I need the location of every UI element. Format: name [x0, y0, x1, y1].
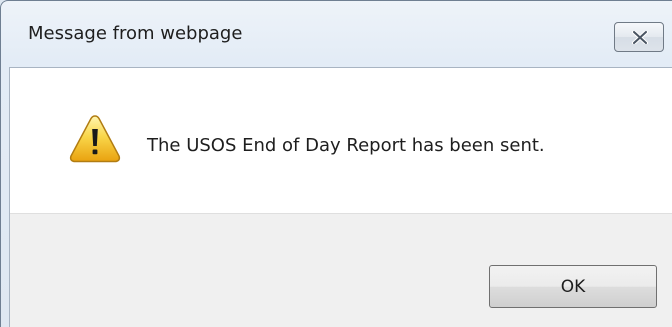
message-text: The USOS End of Day Report has been sent…	[147, 135, 545, 156]
ok-button[interactable]: OK	[489, 265, 657, 308]
dialog-client-area: The USOS End of Day Report has been sent…	[9, 67, 672, 327]
warning-icon	[69, 115, 121, 163]
dialog-title: Message from webpage	[28, 23, 243, 44]
close-button[interactable]	[614, 22, 664, 52]
message-dialog: Message from webpage The USOS End of Day…	[0, 0, 672, 327]
message-area: The USOS End of Day Report has been sent…	[10, 68, 672, 213]
button-bar: OK	[10, 213, 672, 327]
close-icon	[632, 31, 648, 44]
title-bar[interactable]: Message from webpage	[1, 1, 672, 67]
